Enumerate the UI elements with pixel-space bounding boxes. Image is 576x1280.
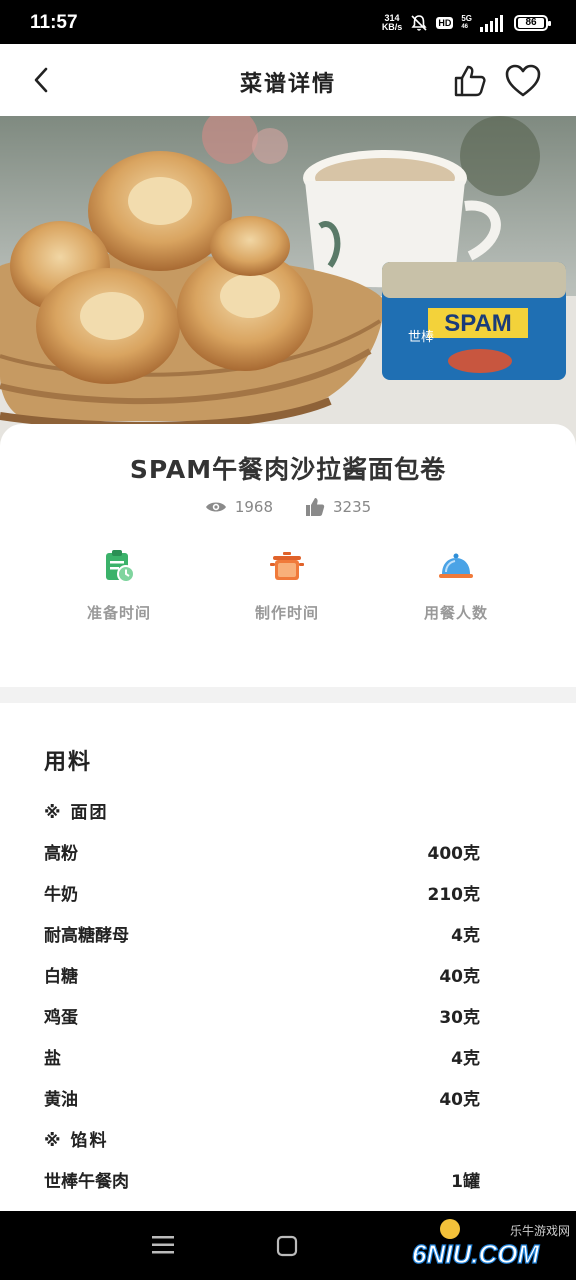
home-icon[interactable]	[276, 1235, 298, 1257]
hd-badge: HD	[436, 17, 454, 29]
group-dough-label: ※ 面团	[44, 802, 109, 823]
ingredient-group-header: ※ 馅料	[44, 1123, 480, 1153]
ingredient-amount: 30克	[439, 1007, 480, 1028]
eye-icon	[205, 502, 226, 512]
system-navigation-bar: 乐牛游戏网 6NIU.COM	[0, 1211, 576, 1280]
ingredient-amount: 400克	[427, 843, 481, 864]
recipe-title: SPAM午餐肉沙拉酱面包卷	[129, 455, 447, 484]
can-brand-label: SPAM	[444, 310, 512, 337]
site-watermark-logo: 乐牛游戏网 6NIU.COM	[411, 1219, 570, 1270]
status-bar: 11:57 314 KB/s HD 5G 46 86	[0, 0, 576, 44]
ingredient-row: 耐高糖酵母 4克	[44, 918, 480, 948]
mute-bell-icon	[411, 15, 427, 31]
hero-illustration: SPAM 世棒	[0, 116, 576, 446]
group-filling-label: ※ 馅料	[44, 1130, 109, 1151]
ingredient-row: 牛奶 210克	[44, 877, 480, 907]
battery-icon: 86	[514, 15, 551, 31]
servings: 用餐人数	[391, 548, 521, 623]
pot-icon	[270, 552, 304, 580]
servings-label: 用餐人数	[423, 604, 488, 622]
like-count: 3235	[305, 497, 371, 517]
ingredient-row: 白糖 40克	[44, 959, 480, 989]
cook-time: 制作时间	[222, 548, 352, 623]
ingredients-section: 用料 ※ 面团 高粉 400克 牛奶 210克 耐高糖酵母 4克 白糖 40克 …	[0, 703, 576, 1211]
ingredient-name: 世棒午餐肉	[44, 1171, 129, 1192]
like-count-value: 3235	[333, 498, 372, 516]
nav-bar: 菜谱详情	[0, 44, 576, 116]
view-count-value: 1968	[234, 498, 273, 516]
ingredient-row: 黄油 40克	[44, 1082, 480, 1112]
ingredient-name: 耐高糖酵母	[44, 925, 129, 946]
watermark-logo-text: 6NIU.COM	[412, 1239, 540, 1269]
can-tag-label: 世棒	[408, 330, 434, 345]
heart-icon	[505, 64, 541, 97]
serving-cloche-icon	[439, 553, 473, 578]
ingredient-amount: 4克	[451, 925, 480, 946]
network-speed: 314 KB/s	[382, 14, 403, 32]
status-time: 11:57	[30, 12, 78, 33]
thumb-up-small-icon	[306, 498, 325, 516]
recipe-stats: 1968 3235	[0, 497, 576, 517]
like-button[interactable]	[452, 63, 488, 99]
prep-time: 准备时间	[54, 548, 184, 623]
network-speed-unit: KB/s	[381, 22, 403, 32]
ingredient-group-header: ※ 面团	[44, 795, 480, 825]
ingredient-row: 世棒午餐肉 1罐	[44, 1164, 480, 1194]
ingredient-row: 盐 4克	[44, 1041, 480, 1071]
signal-strength-icon	[480, 15, 503, 32]
section-divider	[0, 687, 576, 703]
recipe-info-card: SPAM午餐肉沙拉酱面包卷 1968 3235 准备时间 制作时间 用餐人数	[0, 424, 576, 687]
battery-level: 86	[518, 18, 544, 28]
ingredient-name: 黄油	[44, 1089, 78, 1110]
page-title: 菜谱详情	[239, 72, 336, 97]
ingredient-name: 盐	[44, 1048, 61, 1069]
prep-time-label: 准备时间	[86, 604, 151, 622]
ingredient-row: 鸡蛋 30克	[44, 1000, 480, 1030]
signal-label-bottom: 46	[461, 24, 469, 30]
signal-label-top: 5G	[461, 14, 472, 23]
clipboard-clock-icon	[106, 550, 135, 583]
cook-time-label: 制作时间	[254, 604, 319, 622]
recipe-hero-image: SPAM 世棒	[0, 116, 576, 446]
thumb-up-icon	[454, 65, 486, 97]
signal-label: 5G 46	[461, 14, 472, 32]
ingredient-name: 白糖	[44, 966, 78, 987]
ingredient-amount: 210克	[427, 884, 481, 905]
ingredients-title: 用料	[44, 750, 93, 775]
ingredient-amount: 1罐	[451, 1171, 480, 1192]
menu-icon[interactable]	[152, 1235, 174, 1255]
watermark-site-name: 乐牛游戏网	[510, 1223, 570, 1238]
ingredient-amount: 40克	[439, 966, 480, 987]
ingredient-amount: 4克	[451, 1048, 480, 1069]
ingredient-row: 高粉 400克	[44, 836, 480, 866]
ingredient-name: 鸡蛋	[44, 1007, 78, 1028]
recipe-meta-row: 准备时间 制作时间 用餐人数	[0, 548, 576, 628]
ingredient-name: 高粉	[44, 843, 78, 864]
favorite-button[interactable]	[504, 63, 542, 99]
view-count: 1968	[205, 497, 273, 517]
ingredient-amount: 40克	[439, 1089, 480, 1110]
ingredient-name: 牛奶	[44, 884, 78, 905]
status-icons: 314 KB/s HD 5G 46 86	[382, 12, 551, 34]
